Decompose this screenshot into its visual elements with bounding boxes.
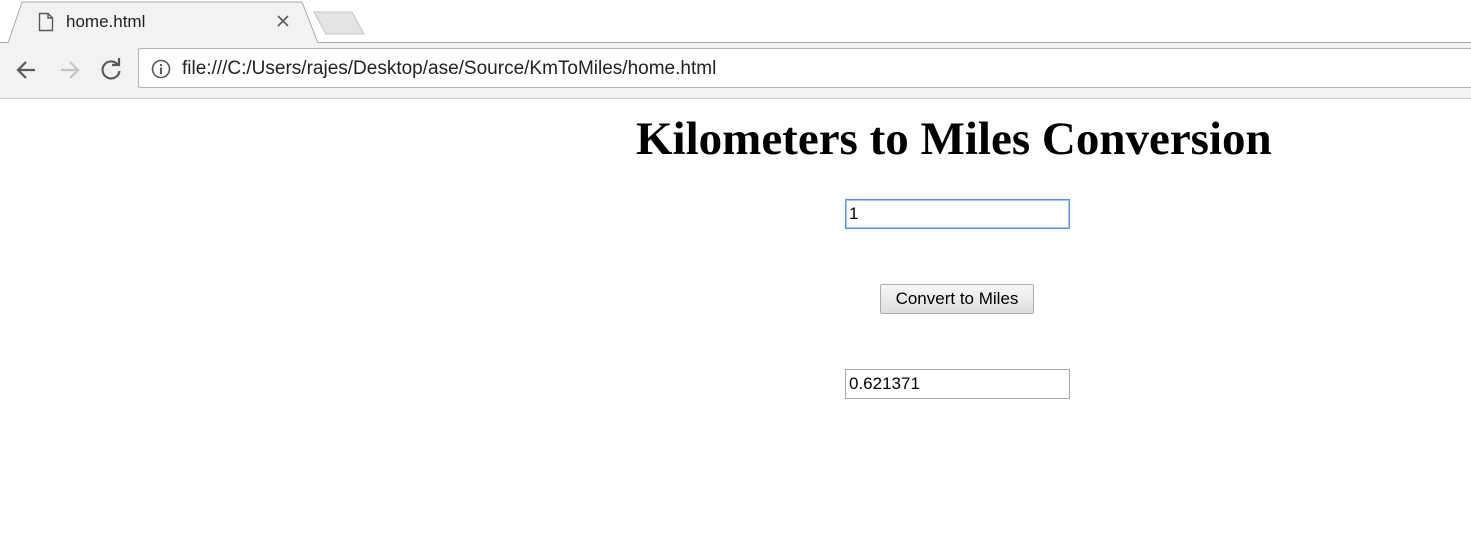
new-tab-icon[interactable] [312, 10, 366, 36]
page-content: Kilometers to Miles Conversion Convert t… [0, 99, 1471, 548]
tab-strip: home.html [0, 0, 1471, 44]
miles-output-field[interactable] [845, 369, 1070, 399]
page-title: Kilometers to Miles Conversion [636, 113, 1272, 165]
forward-arrow-icon[interactable] [55, 56, 83, 84]
close-icon[interactable] [274, 12, 292, 30]
back-arrow-icon[interactable] [13, 56, 41, 84]
convert-to-miles-button[interactable]: Convert to Miles [880, 284, 1034, 314]
address-bar[interactable]: file:///C:/Users/rajes/Desktop/ase/Sourc… [138, 48, 1471, 88]
url-text: file:///C:/Users/rajes/Desktop/ase/Sourc… [182, 58, 717, 79]
browser-toolbar: file:///C:/Users/rajes/Desktop/ase/Sourc… [0, 43, 1471, 99]
kilometers-input[interactable] [845, 199, 1070, 229]
reload-icon[interactable] [97, 56, 125, 84]
browser-chrome: home.html file:///C:/Users/rajes/Desktop… [0, 0, 1471, 99]
info-icon[interactable] [151, 59, 171, 79]
tab-title: home.html [66, 12, 146, 31]
browser-tab[interactable]: home.html [8, 1, 319, 44]
page-icon [38, 12, 54, 32]
